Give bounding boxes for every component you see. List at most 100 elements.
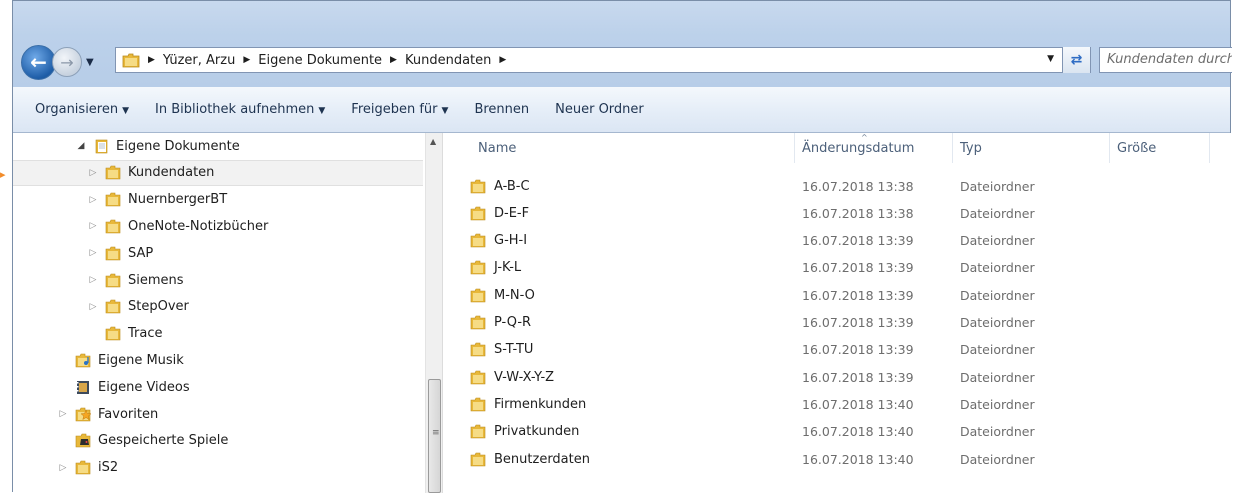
expand-triangle-icon[interactable]: ▷ [87, 195, 99, 205]
expand-triangle-icon[interactable]: ▷ [87, 302, 99, 312]
file-name-cell[interactable]: Privatkunden [443, 424, 795, 439]
file-date: 16.07.2018 13:40 [802, 424, 914, 440]
column-name[interactable]: Name [443, 133, 795, 163]
file-type: Dateiordner [960, 205, 1035, 221]
tree-item-label[interactable]: OneNote-Notizbücher [128, 219, 268, 234]
tree-item[interactable]: Eigene Videos [13, 374, 190, 400]
file-row[interactable]: J-K-L 16.07.2018 13:39 Dateiordner [443, 255, 1232, 281]
search-input[interactable]: Kundendaten durchsuchen [1099, 47, 1232, 73]
tree-item-label[interactable]: Trace [128, 326, 163, 341]
file-row[interactable]: G-H-I 16.07.2018 13:39 Dateiordner [443, 228, 1232, 254]
tree-item-label[interactable]: SAP [128, 246, 153, 261]
address-dropdown-icon[interactable]: ▼ [1047, 54, 1054, 64]
file-name[interactable]: P-Q-R [494, 315, 531, 330]
file-row[interactable]: P-Q-R 16.07.2018 13:39 Dateiordner [443, 310, 1232, 336]
file-name-cell[interactable]: D-E-F [443, 206, 795, 221]
file-name[interactable]: Benutzerdaten [494, 452, 590, 467]
grip-icon: ≡ [432, 428, 440, 438]
tree-item[interactable]: Eigene Musik [13, 347, 184, 373]
file-row[interactable]: M-N-O 16.07.2018 13:39 Dateiordner [443, 282, 1232, 308]
breadcrumb-arrow-icon[interactable]: ▶ [390, 55, 397, 65]
tree-item[interactable]: ▷ SAP [13, 240, 154, 266]
tree-item-label[interactable]: Gespeicherte Spiele [98, 433, 228, 448]
file-row[interactable]: Firmenkunden 16.07.2018 13:40 Dateiordner [443, 391, 1232, 417]
share-with-menu[interactable]: Freigeben für ▼ [351, 102, 448, 117]
column-type[interactable]: Typ [953, 133, 1110, 163]
new-folder-button[interactable]: Neuer Ordner [555, 102, 644, 117]
tree-item-label[interactable]: Eigene Videos [98, 380, 190, 395]
breadcrumb-user[interactable]: Yüzer, Arzu ▶ [163, 53, 258, 68]
tree-item-label[interactable]: Favoriten [98, 407, 158, 422]
tree-item-label[interactable]: Eigene Dokumente [116, 139, 240, 154]
expand-triangle-icon[interactable]: ▷ [87, 168, 99, 178]
file-name[interactable]: M-N-O [494, 288, 535, 303]
back-button[interactable]: ← [21, 44, 56, 80]
breadcrumb-kundendaten[interactable]: Kundendaten ▶ [405, 53, 514, 68]
folder-icon [470, 424, 486, 439]
file-name-cell[interactable]: J-K-L [443, 260, 795, 275]
file-name[interactable]: V-W-X-Y-Z [494, 370, 554, 385]
tree-item-label[interactable]: Kundendaten [128, 165, 214, 180]
expand-triangle-icon[interactable]: ▷ [87, 275, 99, 285]
scroll-up-icon[interactable]: ▲ [430, 137, 436, 146]
file-name-cell[interactable]: G-H-I [443, 233, 795, 248]
file-name[interactable]: D-E-F [494, 206, 529, 221]
file-name-cell[interactable]: Benutzerdaten [443, 452, 795, 467]
file-type: Dateiordner [960, 342, 1035, 358]
file-row[interactable]: Privatkunden 16.07.2018 13:40 Dateiordner [443, 419, 1232, 445]
file-name[interactable]: A-B-C [494, 179, 530, 194]
expand-triangle-icon[interactable]: ▷ [87, 248, 99, 258]
scrollbar-thumb[interactable]: ≡ [428, 379, 441, 493]
expand-triangle-icon[interactable]: ▷ [57, 409, 69, 419]
file-row[interactable]: S-T-TU 16.07.2018 13:39 Dateiordner [443, 337, 1232, 363]
file-name-cell[interactable]: Firmenkunden [443, 397, 795, 412]
tree-item[interactable]: ▷ StepOver [13, 294, 189, 320]
expand-triangle-icon[interactable]: ▷ [87, 221, 99, 231]
breadcrumb-arrow-icon[interactable]: ▶ [148, 55, 155, 65]
file-name-cell[interactable]: V-W-X-Y-Z [443, 370, 795, 385]
recent-pages-dropdown-icon[interactable]: ▼ [86, 57, 94, 68]
breadcrumb-arrow-icon[interactable]: ▶ [499, 55, 506, 65]
file-row[interactable]: D-E-F 16.07.2018 13:38 Dateiordner [443, 200, 1232, 226]
collapse-triangle-icon[interactable]: ◢ [75, 141, 87, 151]
file-name-cell[interactable]: S-T-TU [443, 342, 795, 357]
navigation-pane-scrollbar[interactable]: ▲ ≡ [425, 133, 442, 493]
file-name[interactable]: J-K-L [494, 260, 521, 275]
expand-triangle-icon[interactable]: ▷ [57, 463, 69, 473]
tree-item-label[interactable]: NuernbergerBT [128, 192, 227, 207]
refresh-button[interactable]: ⇄ [1062, 47, 1090, 73]
tree-item-label[interactable]: StepOver [128, 299, 189, 314]
tree-item[interactable]: Gespeicherte Spiele [13, 428, 228, 454]
breadcrumb-arrow-icon[interactable]: ▶ [243, 55, 250, 65]
file-row[interactable]: A-B-C 16.07.2018 13:38 Dateiordner [443, 173, 1232, 199]
file-row[interactable]: Benutzerdaten 16.07.2018 13:40 Dateiordner [443, 446, 1232, 472]
file-name[interactable]: G-H-I [494, 233, 527, 248]
breadcrumb-root[interactable]: ▶ [146, 55, 163, 65]
tree-item[interactable]: ▷ Kundendaten [13, 159, 423, 186]
tree-item[interactable]: ▷ iS2 [13, 455, 119, 481]
column-date[interactable]: ^ Änderungsdatum [795, 133, 953, 163]
tree-item[interactable]: ▷ Siemens [13, 267, 184, 293]
burn-button[interactable]: Brennen [474, 102, 529, 117]
file-name-cell[interactable]: M-N-O [443, 288, 795, 303]
address-bar[interactable]: ▶ Yüzer, Arzu ▶ Eigene Dokumente ▶ Kunde… [115, 47, 1091, 73]
tree-item-label[interactable]: Siemens [128, 273, 184, 288]
tree-item[interactable]: ▷ OneNote-Notizbücher [13, 213, 269, 239]
file-name[interactable]: S-T-TU [494, 342, 533, 357]
tree-item[interactable]: ◢ Eigene Dokumente [13, 133, 240, 159]
tree-item-label[interactable]: iS2 [98, 460, 118, 475]
column-size[interactable]: Größe [1110, 133, 1210, 163]
breadcrumb-documents[interactable]: Eigene Dokumente ▶ [258, 53, 405, 68]
organize-menu[interactable]: Organisieren ▼ [35, 102, 129, 117]
file-name-cell[interactable]: A-B-C [443, 179, 795, 194]
tree-item-label[interactable]: Eigene Musik [98, 353, 184, 368]
file-name[interactable]: Firmenkunden [494, 397, 586, 412]
tree-item[interactable]: Trace [13, 321, 163, 347]
file-row[interactable]: V-W-X-Y-Z 16.07.2018 13:39 Dateiordner [443, 364, 1232, 390]
forward-button[interactable]: → [52, 47, 82, 77]
tree-item[interactable]: ▷ NuernbergerBT [13, 187, 228, 213]
tree-item[interactable]: ▷ Favoriten [13, 401, 159, 427]
add-to-library-menu[interactable]: In Bibliothek aufnehmen ▼ [155, 102, 325, 117]
file-name-cell[interactable]: P-Q-R [443, 315, 795, 330]
file-name[interactable]: Privatkunden [494, 424, 579, 439]
